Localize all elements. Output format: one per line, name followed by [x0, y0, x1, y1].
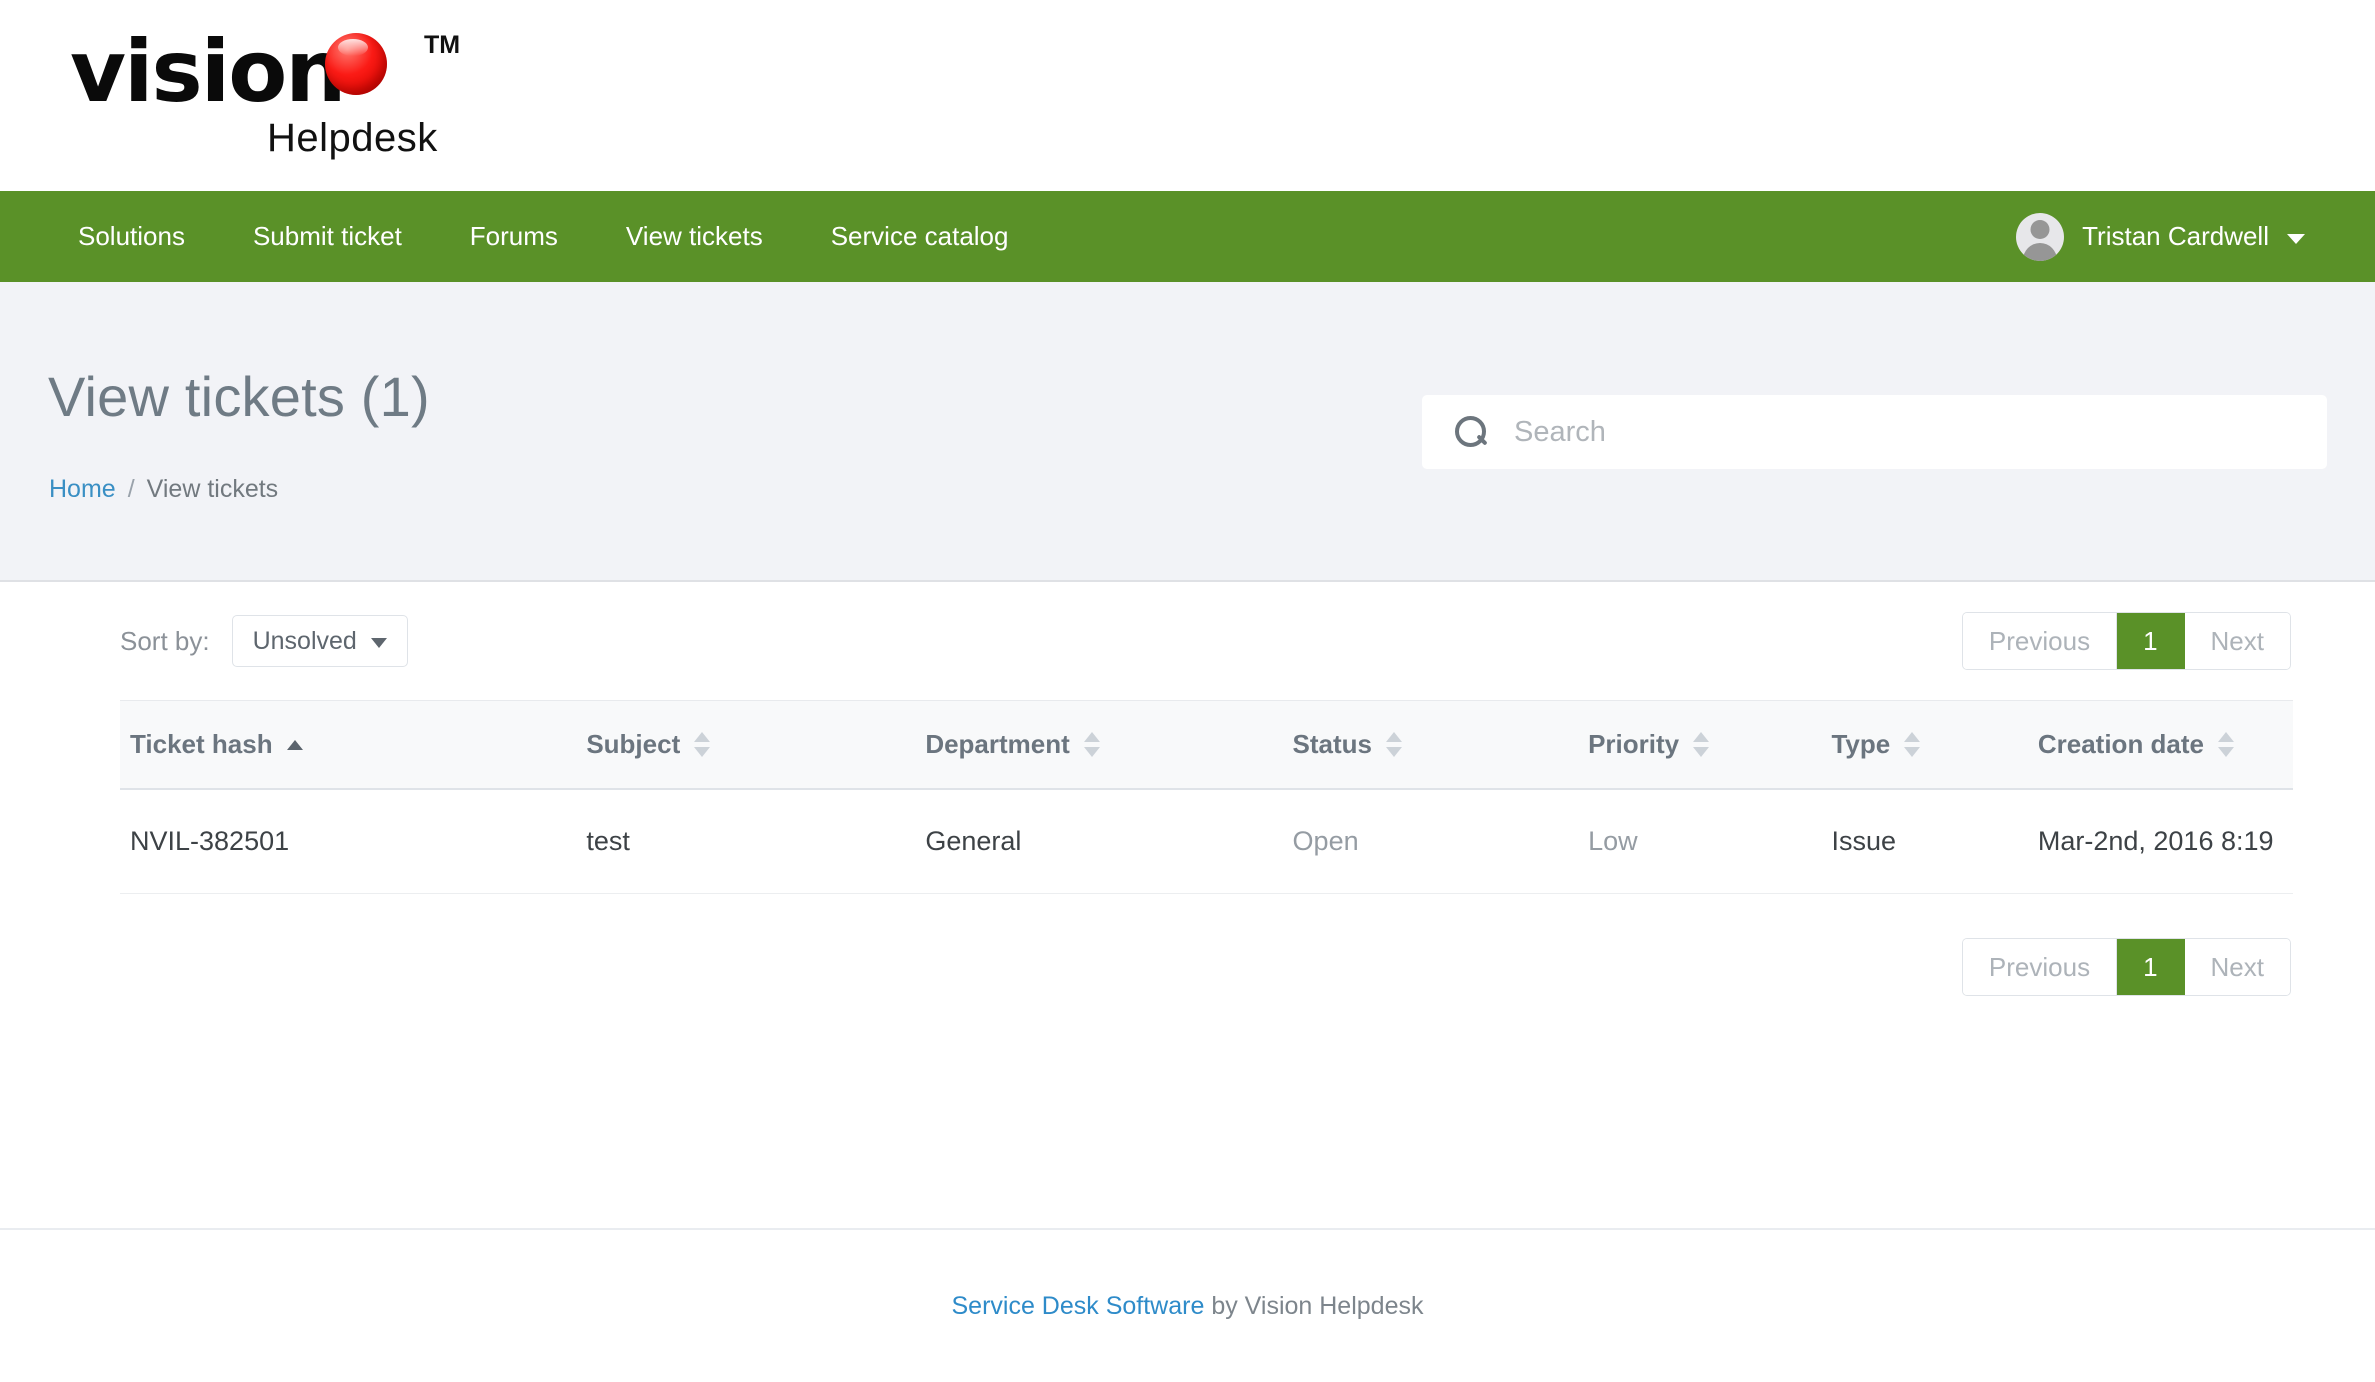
- cell-type: Issue: [1821, 789, 2028, 894]
- sort-by-dropdown[interactable]: Unsolved: [231, 615, 408, 667]
- main-content: Sort by: Unsolved Previous 1 Next Ticket…: [0, 582, 2375, 996]
- logo-trademark-symbol: TM: [424, 30, 461, 59]
- column-label: Subject: [586, 729, 681, 759]
- pagination-previous-button[interactable]: Previous: [1962, 939, 2118, 995]
- column-header-creation-date[interactable]: Creation date: [2027, 700, 2293, 790]
- nav-links: Solutions Submit ticket Forums View tick…: [78, 191, 1042, 282]
- pagination-previous-button[interactable]: Previous: [1962, 613, 2118, 669]
- sort-by-value: Unsolved: [252, 626, 357, 655]
- pagination-page-1-button[interactable]: 1: [2117, 613, 2185, 669]
- cell-creation-date: Mar-2nd, 2016 8:19: [2027, 789, 2293, 894]
- sort-ascending-icon[interactable]: [286, 739, 303, 750]
- page-hero: View tickets (1) Home / View tickets: [0, 282, 2375, 582]
- column-header-priority[interactable]: Priority: [1578, 700, 1822, 790]
- nav-link-service-catalog[interactable]: Service catalog: [797, 191, 1043, 282]
- cell-status: Open: [1282, 789, 1579, 894]
- logo-red-sphere-icon: [325, 32, 387, 95]
- column-label: Department: [925, 729, 1070, 759]
- main-navigation-bar: Solutions Submit ticket Forums View tick…: [0, 191, 2375, 282]
- sort-by-label: Sort by:: [120, 625, 210, 656]
- sort-toggle-icon[interactable]: [1904, 732, 1921, 757]
- cell-department: General: [915, 789, 1283, 894]
- tickets-table-wrapper: Ticket hash Subject Department Status Pr…: [62, 700, 2313, 894]
- page-footer: Service Desk Software by Vision Helpdesk: [0, 1228, 2375, 1382]
- column-label: Priority: [1588, 729, 1680, 759]
- column-header-ticket-hash[interactable]: Ticket hash: [120, 700, 577, 790]
- tickets-table-body: NVIL-382501 test General Open Low Issue …: [120, 789, 2293, 894]
- breadcrumb: Home / View tickets: [49, 475, 278, 504]
- footer-service-desk-software-link[interactable]: Service Desk Software: [952, 1292, 1205, 1320]
- search-input[interactable]: [1514, 415, 2274, 449]
- pagination-next-button[interactable]: Next: [2184, 939, 2290, 995]
- breadcrumb-current: View tickets: [146, 475, 279, 503]
- sort-toggle-icon[interactable]: [1386, 732, 1403, 757]
- list-toolbar: Sort by: Unsolved Previous 1 Next: [62, 582, 2313, 700]
- column-header-subject[interactable]: Subject: [576, 700, 916, 790]
- footer-credit: Service Desk Software by Vision Helpdesk: [952, 1292, 1424, 1321]
- sort-toggle-icon[interactable]: [2218, 732, 2235, 757]
- user-menu[interactable]: Tristan Cardwell: [2016, 212, 2313, 261]
- table-row[interactable]: NVIL-382501 test General Open Low Issue …: [120, 789, 2293, 894]
- column-label: Ticket hash: [130, 729, 273, 759]
- nav-link-submit-ticket[interactable]: Submit ticket: [219, 191, 436, 282]
- user-name-label: Tristan Cardwell: [2082, 221, 2269, 251]
- column-label: Type: [1831, 729, 1891, 759]
- chevron-down-icon: [2287, 233, 2305, 244]
- user-avatar-icon: [2016, 212, 2065, 261]
- search-box[interactable]: [1422, 395, 2327, 469]
- tickets-table-head: Ticket hash Subject Department Status Pr…: [120, 700, 2293, 790]
- nav-link-view-tickets[interactable]: View tickets: [592, 191, 797, 282]
- column-label: Status: [1292, 729, 1373, 759]
- table-header-row: Ticket hash Subject Department Status Pr…: [120, 700, 2293, 790]
- breadcrumb-separator: /: [127, 475, 135, 503]
- cell-subject[interactable]: test: [576, 789, 916, 894]
- column-header-type[interactable]: Type: [1821, 700, 2028, 790]
- pagination-next-button[interactable]: Next: [2184, 613, 2290, 669]
- column-header-department[interactable]: Department: [915, 700, 1283, 790]
- logo-subtitle: Helpdesk: [267, 115, 438, 160]
- pagination-bottom: Previous 1 Next: [1961, 938, 2291, 996]
- footer-suffix: by Vision Helpdesk: [1204, 1291, 1424, 1320]
- pagination-top: Previous 1 Next: [1961, 612, 2291, 670]
- chevron-down-icon: [370, 637, 387, 648]
- sort-toggle-icon[interactable]: [1693, 732, 1710, 757]
- column-label: Creation date: [2037, 729, 2205, 759]
- cell-priority: Low: [1578, 789, 1822, 894]
- logo-wordmark: vision: [70, 21, 347, 122]
- pagination-page-1-button[interactable]: 1: [2117, 939, 2185, 995]
- page-title: View tickets (1): [48, 365, 430, 428]
- nav-link-forums[interactable]: Forums: [436, 191, 592, 282]
- nav-link-solutions[interactable]: Solutions: [78, 191, 219, 282]
- cell-ticket-hash[interactable]: NVIL-382501: [120, 789, 577, 894]
- vision-helpdesk-logo[interactable]: vision TM Helpdesk: [62, 21, 482, 171]
- search-icon: [1452, 414, 1488, 450]
- sort-toggle-icon[interactable]: [1083, 732, 1100, 757]
- breadcrumb-home-link[interactable]: Home: [49, 475, 116, 504]
- tickets-table: Ticket hash Subject Department Status Pr…: [120, 700, 2293, 894]
- column-header-status[interactable]: Status: [1282, 700, 1579, 790]
- sort-toggle-icon[interactable]: [694, 732, 711, 757]
- pagination-bottom-wrapper: Previous 1 Next: [62, 894, 2313, 996]
- logo-bar: vision TM Helpdesk: [0, 0, 2375, 191]
